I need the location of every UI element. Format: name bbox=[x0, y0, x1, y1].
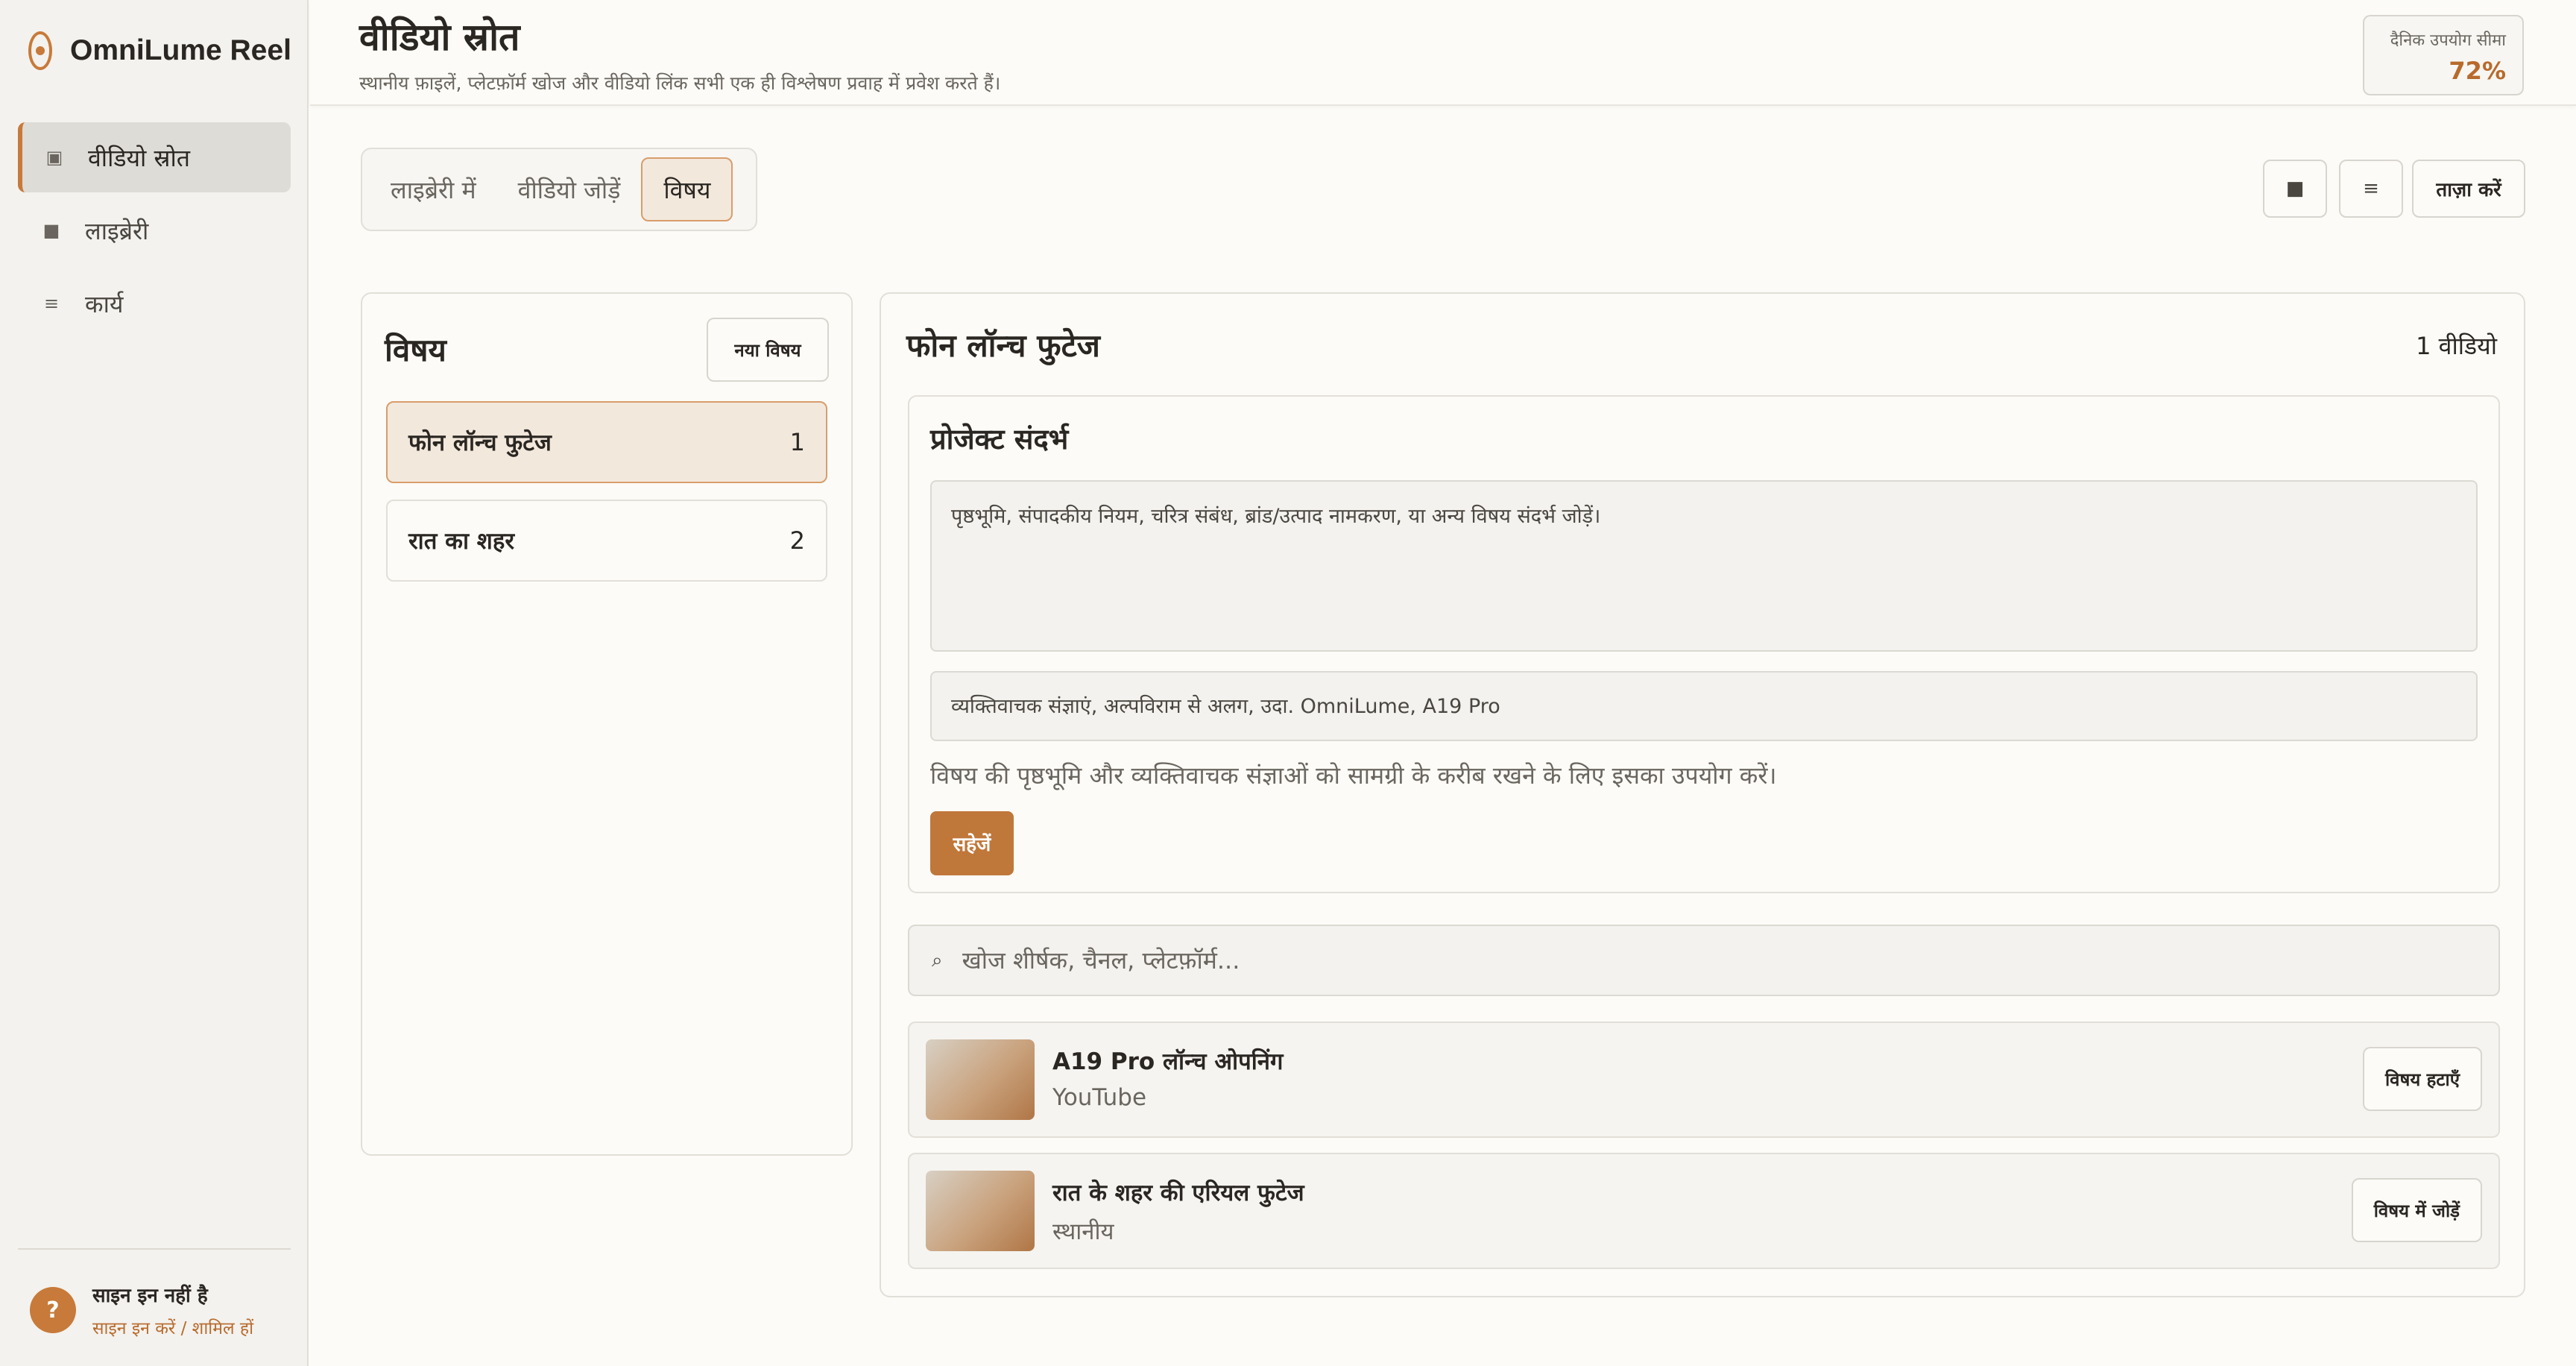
tab-add-video[interactable]: वीडियो जोड़ें bbox=[497, 157, 642, 221]
stop-icon: ■ bbox=[2285, 177, 2305, 200]
video-row[interactable]: A19 Pro लॉन्च ओपनिंग YouTube विषय हटाएँ bbox=[908, 1022, 2500, 1138]
context-textarea[interactable] bbox=[930, 480, 2478, 652]
topic-item[interactable]: फोन लॉन्च फुटेज 1 bbox=[386, 401, 827, 483]
project-context-card: प्रोजेक्ट संदर्भ विषय की पृष्ठभूमि और व्… bbox=[908, 395, 2500, 893]
add-to-topic-button[interactable]: विषय में जोड़ें bbox=[2351, 1178, 2482, 1242]
daily-quota-card: दैनिक उपयोग सीमा 72% bbox=[2363, 15, 2524, 95]
topics-panel: विषय नया विषय फोन लॉन्च फुटेज 1 रात का श… bbox=[361, 292, 853, 1156]
topic-detail-title: फोन लॉन्च फुटेज bbox=[906, 327, 1100, 364]
sidebar-divider bbox=[18, 1248, 291, 1250]
sidebar-item-label: कार्य bbox=[85, 289, 124, 318]
sidebar-item-label: लाइब्रेरी bbox=[85, 216, 149, 245]
tasks-icon: ≡ bbox=[43, 293, 60, 314]
sidebar-item-library[interactable]: ■ लाइब्रेरी bbox=[18, 195, 291, 265]
sidebar-item-tasks[interactable]: ≡ कार्य bbox=[18, 268, 291, 339]
sidebar-item-label: वीडियो स्रोत bbox=[88, 143, 190, 172]
topics-title: विषय bbox=[385, 332, 446, 368]
quota-label: दैनिक उपयोग सीमा bbox=[2390, 31, 2506, 50]
sidebar-nav: ▣ वीडियो स्रोत ■ लाइब्रेरी ≡ कार्य bbox=[18, 122, 291, 342]
source-tabs: लाइब्रेरी में वीडियो जोड़ें विषय bbox=[361, 148, 757, 231]
topic-item[interactable]: रात का शहर 2 bbox=[386, 500, 827, 582]
page-header: वीडियो स्रोत स्थानीय फ़ाइलें, प्लेटफ़ॉर्… bbox=[310, 0, 2576, 106]
search-icon: ⌕ bbox=[932, 948, 943, 972]
project-context-title: प्रोजेक्ट संदर्भ bbox=[930, 423, 1069, 456]
save-button[interactable]: सहेजें bbox=[930, 811, 1014, 875]
video-count: 1 वीडियो bbox=[2416, 332, 2497, 360]
topic-name: रात का शहर bbox=[408, 528, 515, 555]
new-topic-button[interactable]: नया विषय bbox=[707, 318, 829, 382]
help-icon[interactable]: ? bbox=[30, 1287, 76, 1333]
context-hint: विषय की पृष्ठभूमि और व्यक्तिवाचक संज्ञाओ… bbox=[930, 761, 1777, 790]
remove-topic-button[interactable]: विषय हटाएँ bbox=[2362, 1047, 2482, 1111]
topic-count: 2 bbox=[789, 526, 805, 555]
video-title: A19 Pro लॉन्च ओपनिंग bbox=[1052, 1048, 1284, 1075]
topic-list: फोन लॉन्च फुटेज 1 रात का शहर 2 bbox=[386, 401, 827, 598]
video-source: YouTube bbox=[1052, 1084, 1147, 1111]
menu-icon: ≡ bbox=[2363, 177, 2379, 200]
brand-logo-icon bbox=[28, 31, 52, 70]
brand[interactable]: OmniLume Reel bbox=[28, 28, 291, 73]
sign-in-status: साइन इन नहीं है bbox=[92, 1285, 208, 1307]
topic-name: फोन लॉन्च फुटेज bbox=[408, 429, 552, 456]
page-subtitle: स्थानीय फ़ाइलें, प्लेटफ़ॉर्म खोज और वीडि… bbox=[359, 72, 1001, 94]
sidebar-item-video-sources[interactable]: ▣ वीडियो स्रोत bbox=[18, 122, 291, 192]
video-thumbnail bbox=[926, 1039, 1035, 1120]
page-title: वीडियो स्रोत bbox=[359, 16, 520, 59]
quota-value: 72% bbox=[2449, 57, 2506, 85]
video-source-icon: ▣ bbox=[45, 147, 63, 168]
topic-count: 1 bbox=[789, 428, 805, 456]
video-title: रात के शहर की एरियल फुटेज bbox=[1052, 1180, 1304, 1206]
video-search[interactable]: ⌕ bbox=[908, 925, 2500, 996]
user-box: ? साइन इन नहीं है साइन इन करें / शामिल ह… bbox=[30, 1281, 253, 1339]
video-source: स्थानीय bbox=[1052, 1218, 1114, 1245]
stop-button[interactable]: ■ bbox=[2263, 160, 2327, 218]
tab-topics[interactable]: विषय bbox=[641, 157, 733, 221]
topic-detail-panel: फोन लॉन्च फुटेज 1 वीडियो प्रोजेक्ट संदर्… bbox=[880, 292, 2525, 1297]
video-row[interactable]: रात के शहर की एरियल फुटेज स्थानीय विषय म… bbox=[908, 1153, 2500, 1269]
search-input[interactable] bbox=[962, 946, 2498, 975]
sign-in-link[interactable]: साइन इन करें / शामिल हों bbox=[92, 1315, 253, 1339]
library-icon: ■ bbox=[42, 220, 60, 241]
list-view-button[interactable]: ≡ bbox=[2339, 160, 2403, 218]
video-thumbnail bbox=[926, 1171, 1035, 1251]
proper-nouns-input[interactable] bbox=[930, 671, 2478, 741]
brand-name: OmniLume Reel bbox=[70, 34, 291, 66]
sidebar: OmniLume Reel ▣ वीडियो स्रोत ■ लाइब्रेरी… bbox=[0, 0, 309, 1366]
refresh-button[interactable]: ताज़ा करें bbox=[2412, 160, 2525, 218]
tab-in-library[interactable]: लाइब्रेरी में bbox=[370, 157, 497, 221]
